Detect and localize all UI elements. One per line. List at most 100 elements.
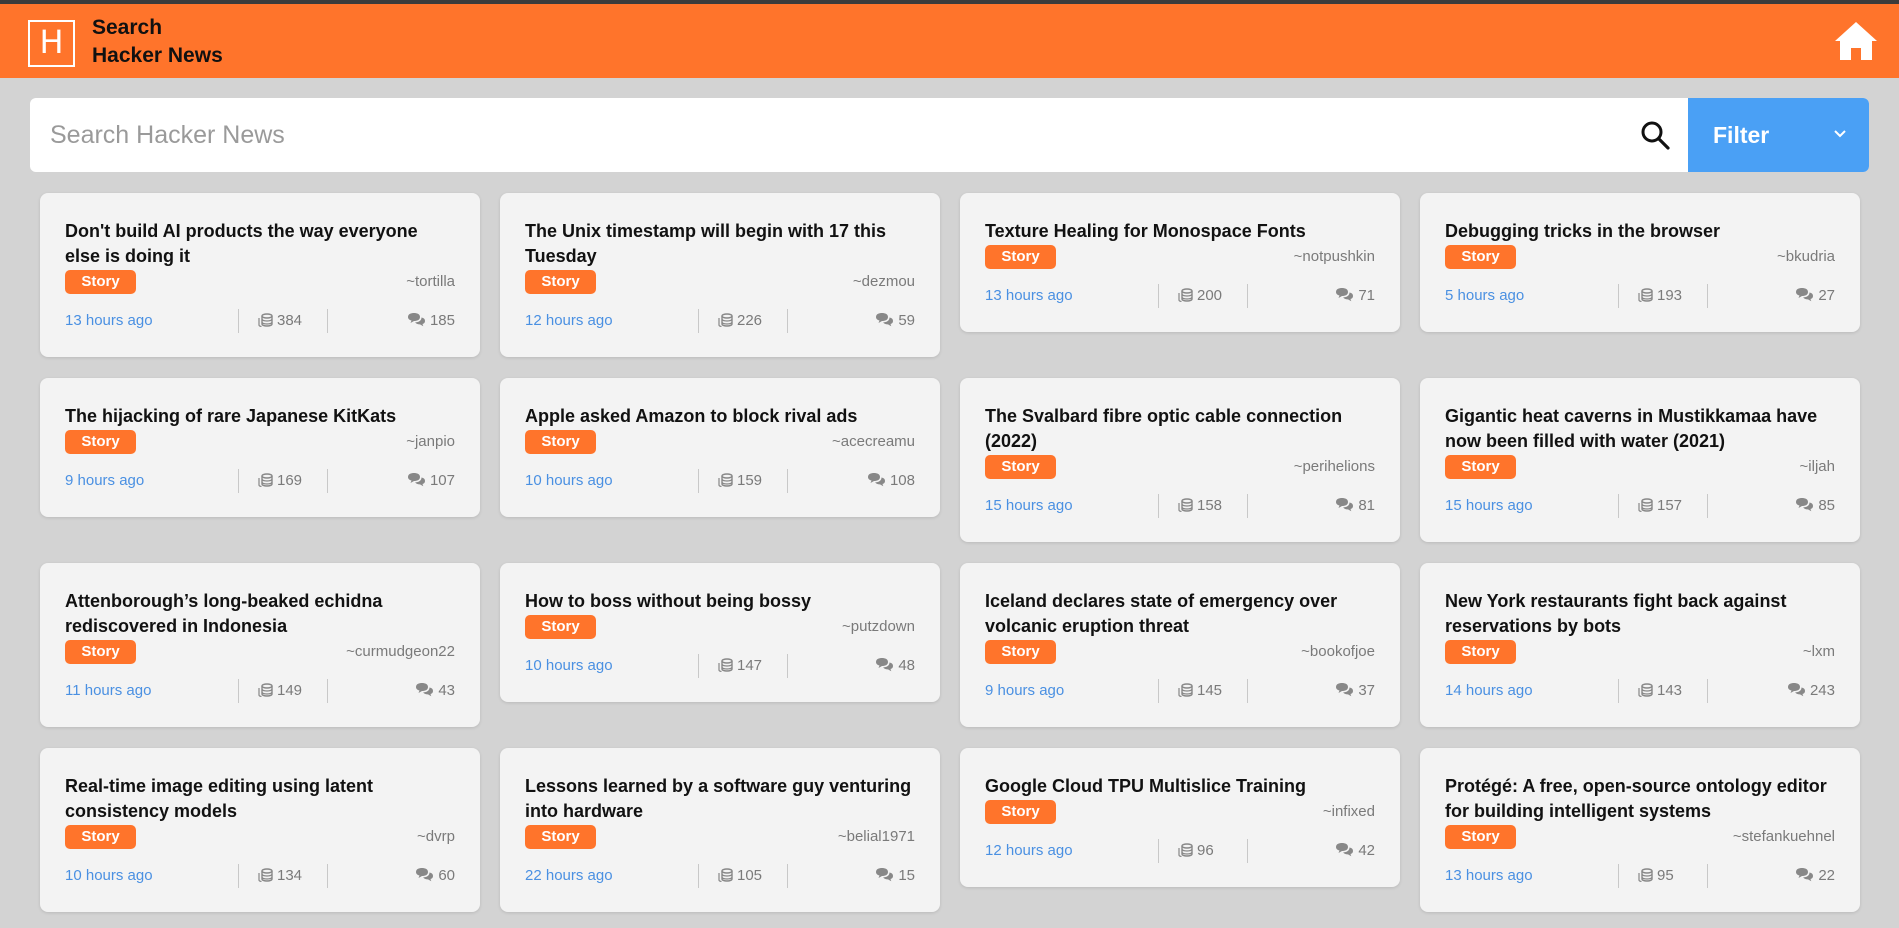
logo[interactable]: H [28, 20, 75, 67]
story-card[interactable]: Google Cloud TPU Multislice Training Stor… [960, 748, 1400, 887]
story-tag-row: Story ~bkudria [1445, 245, 1835, 270]
story-meta: 9 hours ago 169 107 [65, 467, 455, 497]
story-time[interactable]: 10 hours ago [525, 657, 613, 674]
story-author[interactable]: ~janpio [406, 433, 455, 450]
story-time[interactable]: 9 hours ago [65, 472, 144, 489]
story-comments[interactable]: 48 [875, 657, 915, 674]
story-author[interactable]: ~bookofjoe [1301, 643, 1375, 660]
story-card[interactable]: The Svalbard fibre optic cable connectio… [960, 378, 1400, 542]
story-author[interactable]: ~perihelions [1294, 458, 1375, 475]
story-title[interactable]: The Svalbard fibre optic cable connectio… [985, 404, 1375, 454]
story-comments[interactable]: 107 [407, 472, 455, 489]
story-author[interactable]: ~putzdown [842, 618, 915, 635]
story-time[interactable]: 15 hours ago [1445, 497, 1533, 514]
story-author[interactable]: ~lxm [1803, 643, 1835, 660]
story-title[interactable]: Debugging tricks in the browser [1445, 219, 1835, 244]
divider [787, 309, 788, 333]
story-comments[interactable]: 59 [875, 312, 915, 329]
story-title[interactable]: Gigantic heat caverns in Mustikkamaa hav… [1445, 404, 1835, 454]
story-comments[interactable]: 85 [1795, 497, 1835, 514]
story-title[interactable]: The Unix timestamp will begin with 17 th… [525, 219, 915, 269]
story-comments[interactable]: 60 [415, 867, 455, 884]
story-comments[interactable]: 108 [867, 472, 915, 489]
story-card[interactable]: Lessons learned by a software guy ventur… [500, 748, 940, 912]
story-comments[interactable]: 27 [1795, 287, 1835, 304]
story-comments[interactable]: 81 [1335, 497, 1375, 514]
story-points: 134 [258, 867, 302, 884]
story-points: 145 [1178, 682, 1222, 699]
story-author[interactable]: ~acecreamu [832, 433, 915, 450]
story-author[interactable]: ~stefankuehnel [1733, 828, 1835, 845]
story-card[interactable]: The Unix timestamp will begin with 17 th… [500, 193, 940, 357]
story-card[interactable]: Apple asked Amazon to block rival ads Sto… [500, 378, 940, 517]
story-card[interactable]: The hijacking of rare Japanese KitKats St… [40, 378, 480, 517]
story-time[interactable]: 14 hours ago [1445, 682, 1533, 699]
story-title[interactable]: Protégé: A free, open-source ontology ed… [1445, 774, 1835, 824]
story-title[interactable]: Don't build AI products the way everyone… [65, 219, 455, 269]
story-comments[interactable]: 71 [1335, 287, 1375, 304]
story-author[interactable]: ~dvrp [417, 828, 455, 845]
story-time[interactable]: 9 hours ago [985, 682, 1064, 699]
story-author[interactable]: ~curmudgeon22 [346, 643, 455, 660]
story-author[interactable]: ~iljah [1800, 458, 1835, 475]
story-author[interactable]: ~tortilla [406, 273, 455, 290]
comments-value: 85 [1818, 497, 1835, 514]
story-comments[interactable]: 185 [407, 312, 455, 329]
story-card[interactable]: New York restaurants fight back against … [1420, 563, 1860, 727]
story-title[interactable]: Lessons learned by a software guy ventur… [525, 774, 915, 824]
story-tag-row: Story ~iljah [1445, 455, 1835, 480]
story-tag: Story [65, 825, 136, 849]
story-time[interactable]: 13 hours ago [1445, 867, 1533, 884]
story-author[interactable]: ~infixed [1323, 803, 1375, 820]
brand-title[interactable]: Search Hacker News [92, 14, 223, 70]
story-time[interactable]: 22 hours ago [525, 867, 613, 884]
story-title[interactable]: Iceland declares state of emergency over… [985, 589, 1375, 639]
story-time[interactable]: 10 hours ago [525, 472, 613, 489]
story-card[interactable]: Protégé: A free, open-source ontology ed… [1420, 748, 1860, 912]
story-comments[interactable]: 15 [875, 867, 915, 884]
comments-icon [876, 658, 894, 672]
story-title[interactable]: How to boss without being bossy [525, 589, 915, 614]
story-comments[interactable]: 42 [1335, 842, 1375, 859]
story-card[interactable]: Gigantic heat caverns in Mustikkamaa hav… [1420, 378, 1860, 542]
search-icon[interactable] [1640, 120, 1670, 150]
story-title[interactable]: The hijacking of rare Japanese KitKats [65, 404, 455, 429]
story-title[interactable]: Real-time image editing using latent con… [65, 774, 455, 824]
story-card[interactable]: Real-time image editing using latent con… [40, 748, 480, 912]
story-comments[interactable]: 243 [1787, 682, 1835, 699]
story-author[interactable]: ~notpushkin [1294, 248, 1375, 265]
story-time[interactable]: 12 hours ago [985, 842, 1073, 859]
story-time[interactable]: 5 hours ago [1445, 287, 1524, 304]
story-card[interactable]: Debugging tricks in the browser Story ~bku… [1420, 193, 1860, 332]
story-time[interactable]: 13 hours ago [65, 312, 153, 329]
story-time[interactable]: 12 hours ago [525, 312, 613, 329]
divider [1158, 679, 1159, 703]
story-time[interactable]: 15 hours ago [985, 497, 1073, 514]
story-author[interactable]: ~dezmou [853, 273, 915, 290]
story-author[interactable]: ~bkudria [1777, 248, 1835, 265]
story-comments[interactable]: 22 [1795, 867, 1835, 884]
story-comments[interactable]: 37 [1335, 682, 1375, 699]
story-time[interactable]: 13 hours ago [985, 287, 1073, 304]
story-time[interactable]: 11 hours ago [65, 682, 151, 699]
story-card[interactable]: Attenborough’s long-beaked echidna redis… [40, 563, 480, 727]
story-title[interactable]: Apple asked Amazon to block rival ads [525, 404, 915, 429]
story-comments[interactable]: 43 [415, 682, 455, 699]
home-icon[interactable] [1833, 19, 1879, 63]
divider [1707, 864, 1708, 888]
story-author[interactable]: ~belial1971 [838, 828, 915, 845]
filter-label: Filter [1713, 121, 1770, 148]
story-tag-row: Story ~stefankuehnel [1445, 825, 1835, 850]
story-time[interactable]: 10 hours ago [65, 867, 153, 884]
filter-button[interactable]: Filter [1688, 98, 1869, 172]
story-title[interactable]: Google Cloud TPU Multislice Training [985, 774, 1375, 799]
story-title[interactable]: Texture Healing for Monospace Fonts [985, 219, 1375, 244]
story-tag: Story [525, 825, 596, 849]
story-title[interactable]: Attenborough’s long-beaked echidna redis… [65, 589, 455, 639]
search-input[interactable] [30, 98, 1650, 172]
story-title[interactable]: New York restaurants fight back against … [1445, 589, 1835, 639]
story-card[interactable]: How to boss without being bossy Story ~put… [500, 563, 940, 702]
story-card[interactable]: Iceland declares state of emergency over… [960, 563, 1400, 727]
story-card[interactable]: Don't build AI products the way everyone… [40, 193, 480, 357]
story-card[interactable]: Texture Healing for Monospace Fonts Story… [960, 193, 1400, 332]
